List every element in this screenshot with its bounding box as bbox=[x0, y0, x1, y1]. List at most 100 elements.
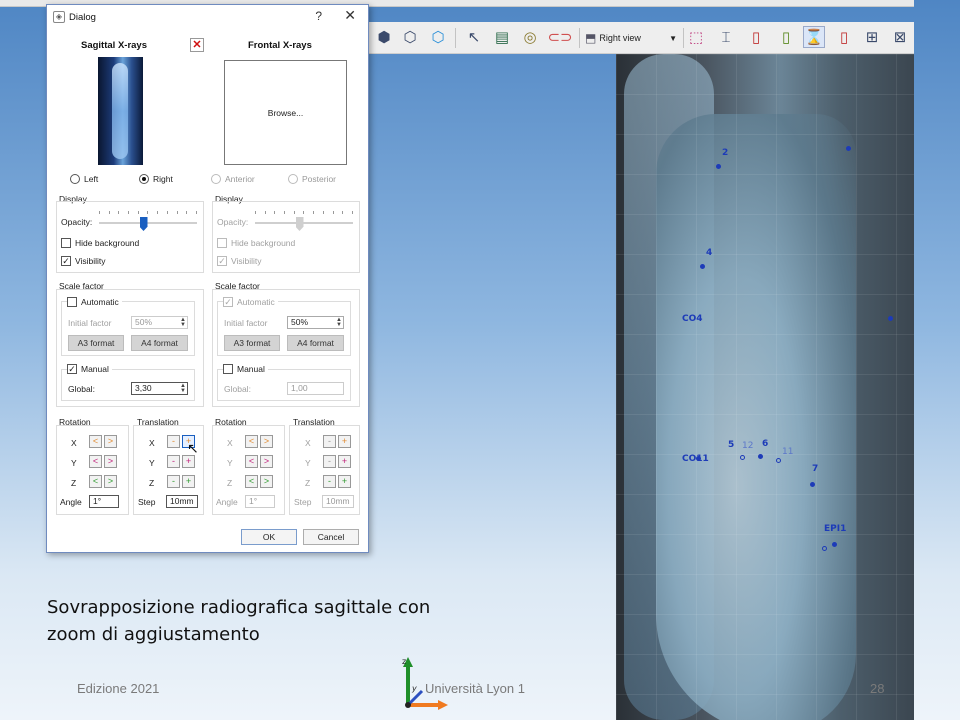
rotate-z-plus-button[interactable]: > bbox=[260, 475, 273, 488]
axis-label-z: Z bbox=[149, 478, 155, 488]
manual-checkbox[interactable]: Manual bbox=[223, 364, 268, 374]
frame-icon[interactable]: ⬚ bbox=[685, 26, 707, 48]
pelvis-tool-icon[interactable]: ▯ bbox=[745, 26, 767, 48]
button-label: OK bbox=[262, 532, 276, 542]
a4-format-button[interactable]: A4 format bbox=[131, 335, 188, 351]
translate-y-plus-button[interactable]: + bbox=[182, 455, 195, 468]
remove-sagittal-button[interactable]: ✕ bbox=[190, 38, 204, 52]
grid-tool-icon[interactable]: ⊞ bbox=[861, 26, 883, 48]
axis-label-y: Y bbox=[149, 458, 155, 468]
angle-input[interactable]: 1° bbox=[245, 495, 275, 508]
vertebra-tool-icon[interactable]: ⌶ bbox=[715, 26, 737, 48]
rotate-z-minus-button[interactable]: < bbox=[245, 475, 258, 488]
translate-x-minus-button[interactable]: - bbox=[323, 435, 336, 448]
rotate-x-minus-button[interactable]: < bbox=[89, 435, 102, 448]
translate-x-minus-button[interactable]: - bbox=[167, 435, 180, 448]
a3-format-button[interactable]: A3 format bbox=[224, 335, 280, 351]
rotate-x-plus-button[interactable]: > bbox=[260, 435, 273, 448]
spine-tool-icon[interactable]: ▯ bbox=[775, 26, 797, 48]
side-posterior-radio[interactable]: Posterior bbox=[288, 174, 336, 184]
ok-button[interactable]: OK bbox=[241, 529, 297, 545]
hide-background-checkbox[interactable]: Hide background bbox=[217, 238, 295, 248]
landmark-point[interactable] bbox=[822, 546, 827, 551]
layers-icon[interactable]: ◎ bbox=[519, 26, 541, 48]
checkbox-label: Hide background bbox=[75, 238, 140, 248]
translate-y-minus-button[interactable]: - bbox=[323, 455, 336, 468]
automatic-checkbox[interactable]: Automatic bbox=[67, 297, 122, 307]
view-selector[interactable]: ⬒ Right view ▼ bbox=[585, 27, 679, 49]
input-value: 1° bbox=[93, 496, 102, 506]
global-spinbox[interactable]: 3,30 ▲ ▼ bbox=[131, 382, 188, 395]
landmark-point[interactable] bbox=[832, 542, 837, 547]
landmark-point[interactable] bbox=[700, 264, 705, 269]
a4-format-button[interactable]: A4 format bbox=[287, 335, 344, 351]
browse-frontal-button[interactable]: Browse... bbox=[224, 60, 347, 165]
global-spinbox[interactable]: 1,00 bbox=[287, 382, 344, 395]
translate-z-plus-button[interactable]: + bbox=[182, 475, 195, 488]
slider-thumb[interactable] bbox=[295, 217, 304, 231]
side-left-radio[interactable]: Left bbox=[70, 174, 98, 184]
rotate-x-plus-button[interactable]: > bbox=[104, 435, 117, 448]
sagittal-thumbnail[interactable] bbox=[98, 57, 143, 165]
view-cube-icon: ⬒ bbox=[585, 31, 597, 45]
pointer-icon[interactable]: ↖ bbox=[463, 26, 485, 48]
side-right-radio[interactable]: Right bbox=[139, 174, 173, 184]
manual-checkbox[interactable]: ✓ Manual bbox=[67, 364, 112, 374]
landmark-point[interactable] bbox=[716, 164, 721, 169]
translate-y-minus-button[interactable]: - bbox=[167, 455, 180, 468]
step-input[interactable]: 10mm bbox=[166, 495, 198, 508]
button-label: A4 format bbox=[141, 338, 178, 348]
radio-circle bbox=[139, 174, 149, 184]
rotate-z-plus-button[interactable]: > bbox=[104, 475, 117, 488]
translate-x-plus-button[interactable]: + bbox=[338, 435, 351, 448]
rotate-y-plus-button[interactable]: > bbox=[104, 455, 117, 468]
side-anterior-radio[interactable]: Anterior bbox=[211, 174, 255, 184]
landmark-point[interactable] bbox=[740, 455, 745, 460]
slice-icon[interactable]: ▤ bbox=[491, 26, 513, 48]
translate-y-plus-button[interactable]: + bbox=[338, 455, 351, 468]
close-icon[interactable]: ✕ bbox=[344, 7, 356, 24]
cube-wire-icon[interactable]: ⬡ bbox=[399, 26, 421, 48]
visibility-checkbox[interactable]: ✓ Visibility bbox=[61, 256, 106, 266]
spin-arrows-icon: ▲ ▼ bbox=[180, 317, 186, 328]
rotate-y-plus-button[interactable]: > bbox=[260, 455, 273, 468]
rotate-z-minus-button[interactable]: < bbox=[89, 475, 102, 488]
rotate-x-minus-button[interactable]: < bbox=[245, 435, 258, 448]
automatic-checkbox[interactable]: ✓ Automatic bbox=[223, 297, 278, 307]
spin-arrows-icon: ▲ ▼ bbox=[180, 383, 186, 394]
landmark-point[interactable] bbox=[888, 316, 893, 321]
translate-z-plus-button[interactable]: + bbox=[338, 475, 351, 488]
landmark-point[interactable] bbox=[810, 482, 815, 487]
marker-tool-icon[interactable]: ▯ bbox=[833, 26, 855, 48]
cancel-button[interactable]: Cancel bbox=[303, 529, 359, 545]
sagittal-opacity-slider[interactable] bbox=[99, 211, 197, 233]
landmark-point[interactable] bbox=[846, 146, 851, 151]
initial-factor-spinbox[interactable]: 50% ▲ ▼ bbox=[287, 316, 344, 329]
translate-z-minus-button[interactable]: - bbox=[323, 475, 336, 488]
landmark-point[interactable] bbox=[776, 458, 781, 463]
initial-factor-spinbox[interactable]: 50% ▲ ▼ bbox=[131, 316, 188, 329]
step-input[interactable]: 10mm bbox=[322, 495, 354, 508]
help-button[interactable]: ? bbox=[315, 9, 322, 23]
slider-thumb[interactable] bbox=[139, 217, 148, 231]
hide-background-checkbox[interactable]: Hide background bbox=[61, 238, 139, 248]
dialog-titlebar: ◈ Dialog ? ✕ bbox=[47, 5, 368, 29]
translate-z-minus-button[interactable]: - bbox=[167, 475, 180, 488]
axis-label-x: X bbox=[71, 438, 77, 448]
landmark-point[interactable] bbox=[758, 454, 763, 459]
measure-tool-icon[interactable]: ⊠ bbox=[889, 26, 911, 48]
visibility-checkbox[interactable]: ✓ Visibility bbox=[217, 256, 262, 266]
xray-viewport[interactable]: 2 4 CO4 5 6 12 11 CO11 7 EPI1 bbox=[616, 54, 914, 720]
rotate-y-minus-button[interactable]: < bbox=[245, 455, 258, 468]
body-icon[interactable]: ⊂⊃ bbox=[547, 26, 572, 48]
cube-transparent-icon[interactable]: ⬡ bbox=[427, 26, 449, 48]
a3-format-button[interactable]: A3 format bbox=[68, 335, 124, 351]
checkbox-label: Automatic bbox=[237, 297, 275, 307]
cube-solid-icon[interactable]: ⬢ bbox=[373, 26, 395, 48]
landmark-point[interactable] bbox=[696, 456, 701, 461]
rotate-y-minus-button[interactable]: < bbox=[89, 455, 102, 468]
angle-input[interactable]: 1° bbox=[89, 495, 119, 508]
xray-tool-icon[interactable]: ⌛ bbox=[803, 26, 825, 48]
frontal-opacity-slider[interactable] bbox=[255, 211, 353, 233]
input-value: 10mm bbox=[326, 496, 350, 506]
